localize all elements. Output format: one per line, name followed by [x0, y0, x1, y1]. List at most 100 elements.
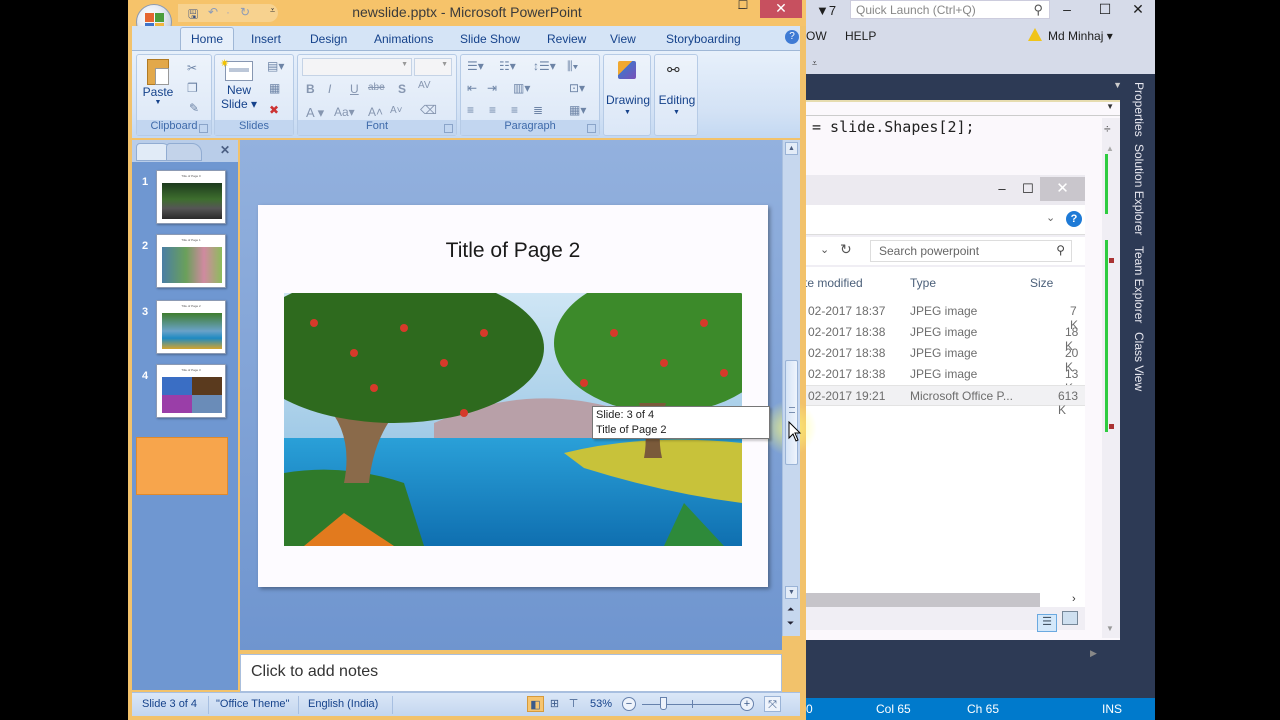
tab-design[interactable]: Design [310, 32, 347, 46]
ppt-close-button[interactable]: ✕ [760, 0, 802, 18]
tab-insert[interactable]: Insert [251, 32, 281, 46]
clear-formatting-icon[interactable]: ⌫ [420, 103, 437, 117]
fit-to-window-button[interactable]: ⤧ [764, 696, 781, 712]
tab-view[interactable]: View [610, 32, 636, 46]
tab-storyboarding[interactable]: Storyboarding [666, 32, 741, 46]
scroll-right-icon[interactable]: ▶ [1090, 648, 1097, 659]
file-row[interactable]: 02-2017 18:38 JPEG image 13 K [800, 364, 1085, 395]
font-name-combo[interactable]: ▼ [302, 58, 412, 76]
tab-dropdown-icon[interactable]: ▼ [1113, 80, 1122, 90]
tab-slide-show[interactable]: Slide Show [460, 32, 520, 46]
bold-icon[interactable]: B [306, 82, 315, 96]
slide-thumbnail-2[interactable]: Title of Page 1 [156, 234, 226, 288]
horizontal-scrollbar[interactable] [800, 593, 1040, 607]
file-row-selected[interactable]: 02-2017 19:21 Microsoft Office P... 613 … [800, 385, 1085, 417]
slide-show-view-button[interactable]: ⊤ [565, 696, 582, 712]
ppt-maximize-button[interactable]: ☐ [731, 0, 755, 16]
zoom-out-button[interactable]: − [622, 697, 636, 711]
change-case-icon[interactable]: Aa▾ [334, 105, 355, 119]
delete-slide-icon[interactable]: ✖ [269, 103, 279, 117]
font-size-combo[interactable]: ▼ [414, 58, 452, 76]
drawing-button[interactable]: Drawing ▼ [603, 54, 651, 136]
tab-outline[interactable] [166, 143, 202, 161]
align-right-icon[interactable]: ≡ [511, 103, 518, 117]
slide-sorter-view-button[interactable]: ⊞ [546, 696, 563, 712]
side-tab-team-explorer[interactable]: Team Explorer [1132, 246, 1146, 323]
dialog-launcher-icon[interactable] [587, 124, 596, 133]
refresh-icon[interactable]: ↻ [840, 241, 852, 258]
explorer-close-button[interactable]: ✕ [1040, 177, 1085, 201]
expand-ribbon-icon[interactable]: ⌄ [1046, 211, 1055, 224]
explorer-maximize-button[interactable]: ☐ [1016, 181, 1040, 197]
copy-icon[interactable]: ❐ [187, 81, 198, 95]
increase-indent-icon[interactable]: ⇥ [487, 81, 497, 95]
character-spacing-icon[interactable]: AV [418, 80, 431, 91]
column-date-modified[interactable]: te modified [804, 276, 863, 290]
columns-icon[interactable]: ▥▾ [513, 81, 530, 95]
details-view-icon[interactable]: ☰ [1037, 614, 1057, 632]
navigation-combo[interactable]: ▼ [800, 100, 1120, 116]
toolbar-overflow-icon[interactable]: ⩡ [812, 58, 817, 69]
notification-filter[interactable]: ▼7 [816, 3, 836, 18]
scroll-down-button[interactable]: ▼ [785, 586, 798, 599]
user-account-menu[interactable]: Md Minhaj ▾ [1048, 29, 1113, 43]
column-type[interactable]: Type [910, 276, 936, 290]
normal-view-button[interactable]: ◧ [527, 696, 544, 712]
vs-close-button[interactable]: ✕ [1126, 1, 1150, 18]
close-pane-icon[interactable]: ✕ [220, 143, 230, 157]
slide-editing-area[interactable]: Title of Page 2 [240, 140, 782, 650]
zoom-in-button[interactable]: + [740, 697, 754, 711]
current-slide[interactable]: Title of Page 2 [258, 205, 768, 587]
search-input[interactable]: Search powerpoint ⚲ [870, 240, 1072, 262]
align-text-icon[interactable]: ⊡▾ [569, 81, 585, 95]
bullets-icon[interactable]: ☰▾ [467, 59, 484, 73]
history-dropdown-icon[interactable]: ⌄ [820, 243, 829, 256]
cut-icon[interactable]: ✂ [187, 61, 197, 75]
shadow-icon[interactable]: S [398, 82, 406, 96]
previous-slide-button[interactable]: ⏶ [787, 604, 794, 615]
zoom-slider-thumb[interactable] [660, 697, 667, 710]
italic-icon[interactable]: I [328, 82, 331, 96]
menu-help[interactable]: HELP [845, 29, 876, 43]
notes-pane[interactable]: Click to add notes [240, 654, 782, 692]
underline-icon[interactable]: U [350, 82, 359, 96]
numbering-icon[interactable]: ☷▾ [499, 59, 516, 73]
tab-animations[interactable]: Animations [374, 32, 433, 46]
scroll-down-icon[interactable]: ▼ [1106, 624, 1114, 633]
scroll-right-icon[interactable]: › [1072, 593, 1076, 605]
editor-scrollbar[interactable]: ÷ ▲ ▼ [1102, 118, 1120, 638]
paste-button[interactable]: Paste ▼ [141, 59, 175, 106]
grow-font-icon[interactable]: A˄ [368, 105, 383, 119]
vs-maximize-button[interactable]: ☐ [1093, 1, 1117, 18]
dialog-launcher-icon[interactable] [199, 124, 208, 133]
slide-scrollbar[interactable]: ▲ ▼ ⏶ ⏷ [782, 140, 800, 636]
side-tab-class-view[interactable]: Class View [1132, 332, 1146, 391]
explorer-minimize-button[interactable]: – [990, 181, 1014, 196]
strikethrough-icon[interactable]: abe [368, 82, 385, 93]
status-theme[interactable]: "Office Theme" [216, 698, 289, 710]
decrease-indent-icon[interactable]: ⇤ [467, 81, 477, 95]
column-size[interactable]: Size [1030, 276, 1053, 290]
justify-icon[interactable]: ≣ [533, 103, 543, 117]
scroll-up-button[interactable]: ▲ [785, 142, 798, 155]
file-row[interactable]: 02-2017 18:37 JPEG image 7 K [800, 301, 1085, 332]
align-left-icon[interactable]: ≡ [467, 103, 474, 117]
new-slide-button[interactable]: ✷ New Slide ▾ [217, 58, 261, 111]
side-tab-solution-explorer[interactable]: Solution Explorer [1132, 144, 1146, 235]
slide-thumbnail-4[interactable]: Title of Page 3 [156, 364, 226, 418]
reset-icon[interactable]: ▦ [269, 81, 280, 95]
smartart-icon[interactable]: ▦▾ [569, 103, 586, 117]
text-direction-icon[interactable]: ⫼▾ [567, 59, 578, 74]
dialog-launcher-icon[interactable] [444, 124, 453, 133]
slide-thumbnail-1[interactable]: Title of Page 0 [156, 170, 226, 224]
scrollbar-thumb[interactable] [785, 360, 798, 465]
help-icon[interactable]: ? [785, 30, 799, 44]
split-icon[interactable]: ÷ [1104, 122, 1111, 136]
shrink-font-icon[interactable]: A˅ [390, 105, 403, 116]
layout-icon[interactable]: ▤▾ [267, 59, 284, 73]
line-spacing-icon[interactable]: ↕☰▾ [533, 59, 556, 73]
scroll-up-icon[interactable]: ▲ [1106, 144, 1114, 153]
next-slide-button[interactable]: ⏷ [787, 618, 794, 629]
file-row[interactable]: 02-2017 18:38 JPEG image 18 K [800, 322, 1085, 353]
status-language[interactable]: English (India) [308, 698, 378, 710]
